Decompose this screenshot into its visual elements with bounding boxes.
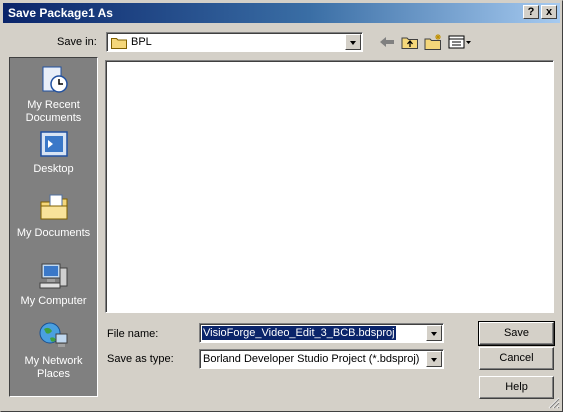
save-as-type-value: Borland Developer Studio Project (*.bdsp… — [203, 353, 420, 365]
file-name-input[interactable]: VisioForge_Video_Edit_3_BCB.bdsproj — [199, 323, 444, 343]
size-grip-icon[interactable] — [548, 397, 560, 409]
place-network-places[interactable]: My Network Places — [10, 320, 97, 381]
place-label: Documents — [25, 112, 82, 124]
folder-icon — [111, 38, 127, 49]
network-places-icon — [39, 322, 67, 347]
place-recent-documents[interactable]: My Recent Documents — [10, 64, 97, 125]
places-bar: My Recent Documents Desktop My Documents — [9, 57, 98, 397]
recent-documents-icon — [42, 66, 68, 93]
file-name-value: VisioForge_Video_Edit_3_BCB.bdsproj — [202, 326, 396, 340]
new-folder-icon[interactable] — [423, 33, 443, 51]
my-documents-icon — [40, 194, 67, 220]
view-menu-icon[interactable] — [447, 33, 473, 51]
save-button[interactable]: Save — [478, 321, 555, 346]
save-in-label: Save in: — [57, 36, 97, 48]
place-label: Places — [36, 368, 71, 380]
save-as-type-label: Save as type: — [107, 353, 174, 365]
place-label: My Recent — [27, 99, 80, 111]
place-label: My Documents — [16, 227, 91, 239]
file-name-dropdown-button[interactable] — [426, 325, 442, 341]
save-in-combo[interactable]: BPL — [106, 32, 363, 52]
help-title-button[interactable]: ? — [523, 5, 539, 19]
save-in-value: BPL — [131, 36, 152, 48]
save-dialog: Save Package1 As ? x Save in: BPL My Rec… — [0, 0, 563, 412]
place-my-computer[interactable]: My Computer — [10, 260, 97, 308]
place-label: My Network — [24, 355, 83, 367]
save-as-type-dropdown-button[interactable] — [426, 351, 442, 367]
desktop-icon — [39, 131, 68, 157]
title-bar[interactable]: Save Package1 As — [3, 3, 560, 23]
close-button[interactable]: x — [541, 5, 557, 19]
back-arrow-icon[interactable] — [377, 33, 397, 51]
place-label: My Computer — [20, 295, 87, 307]
place-label: Desktop — [33, 163, 74, 175]
file-name-label: File name: — [107, 328, 159, 340]
help-button[interactable]: Help — [479, 376, 554, 399]
my-computer-icon — [39, 263, 67, 289]
up-folder-icon[interactable] — [400, 33, 420, 51]
window-title: Save Package1 As — [8, 6, 113, 20]
cancel-button[interactable]: Cancel — [479, 347, 554, 370]
place-desktop[interactable]: Desktop — [10, 128, 97, 176]
file-list[interactable] — [105, 60, 554, 313]
place-my-documents[interactable]: My Documents — [10, 192, 97, 240]
save-as-type-select[interactable]: Borland Developer Studio Project (*.bdsp… — [199, 349, 444, 369]
save-in-dropdown-button[interactable] — [345, 34, 361, 50]
